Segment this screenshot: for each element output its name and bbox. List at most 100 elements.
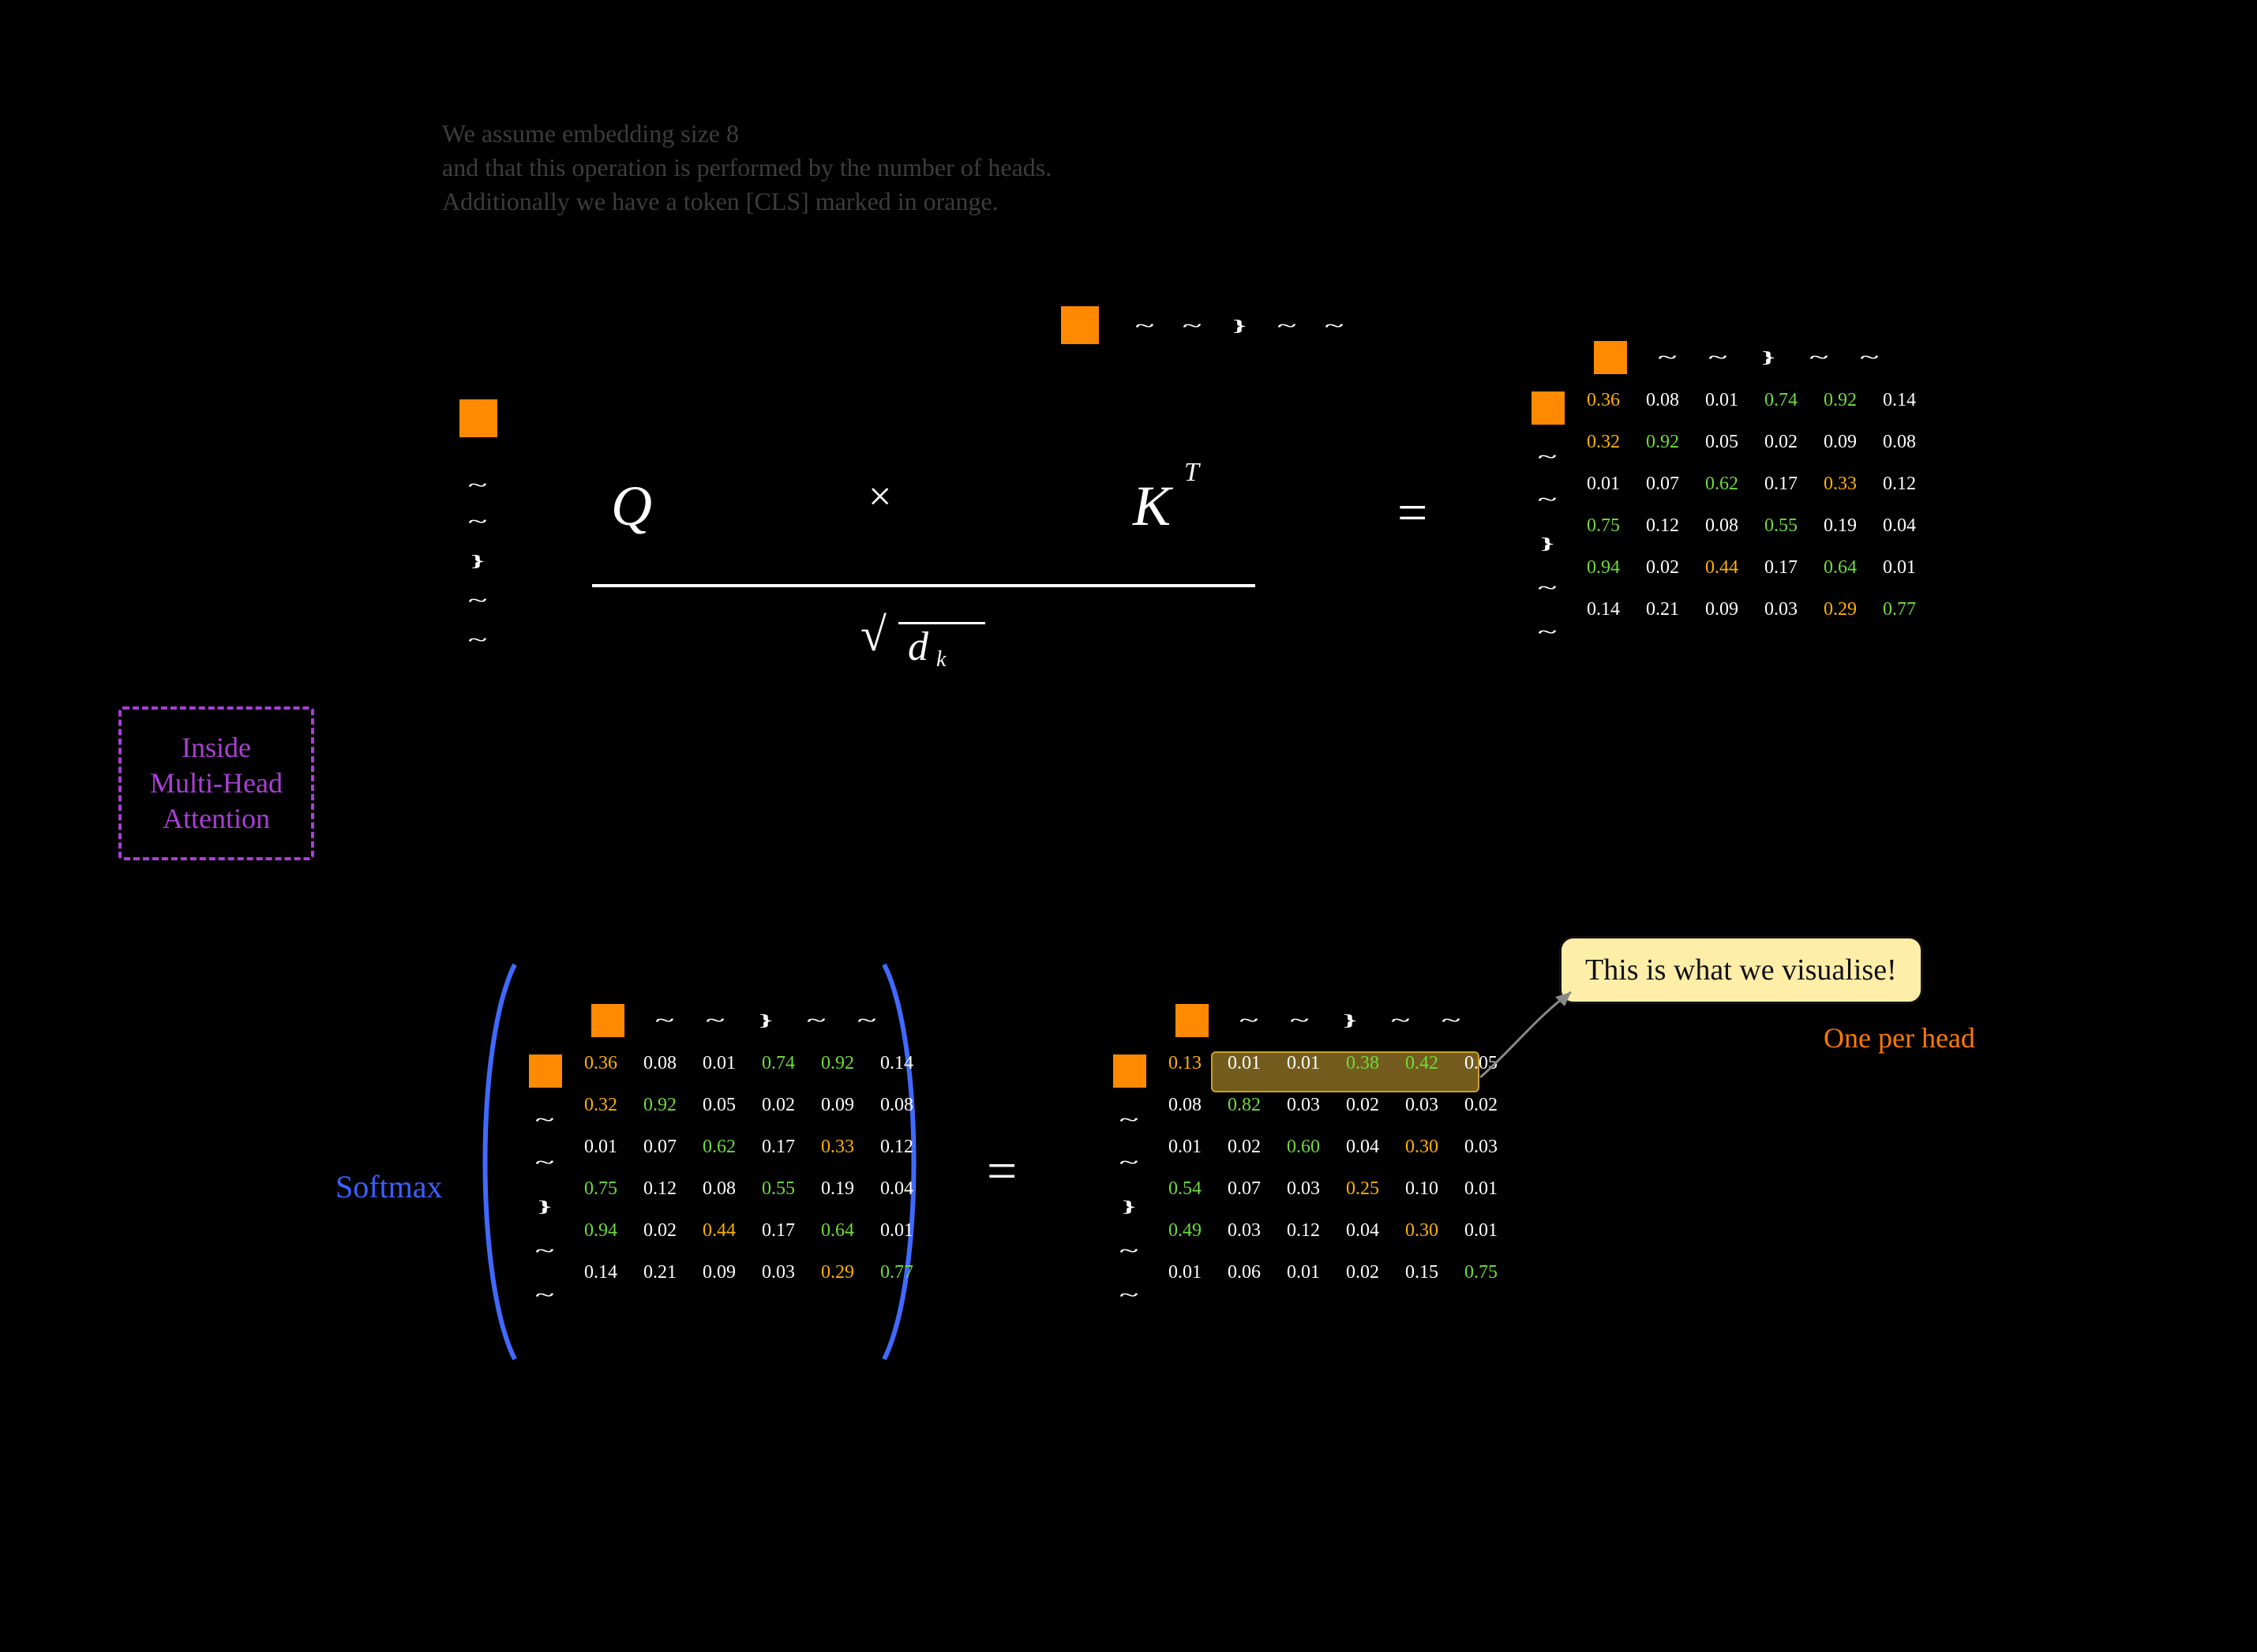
matrix-row: 0.360.080.010.740.920.14 bbox=[1579, 390, 1924, 411]
matrix-cell: 0.02 bbox=[1338, 1095, 1387, 1116]
matrix-cell: 0.02 bbox=[1338, 1262, 1387, 1283]
matrix-cell: 0.07 bbox=[635, 1137, 684, 1158]
matrix-cell: 0.30 bbox=[1397, 1137, 1446, 1158]
matrix-cell: 0.02 bbox=[754, 1095, 803, 1116]
matrix-cell: 0.21 bbox=[1638, 599, 1687, 620]
matrix-row: 0.940.020.440.170.640.01 bbox=[1579, 557, 1924, 579]
matrix-cell: 0.09 bbox=[1816, 432, 1865, 453]
math-Q: Q bbox=[611, 474, 652, 539]
matrix-cell: 0.09 bbox=[695, 1262, 744, 1283]
matrix-cell: 0.77 bbox=[1875, 599, 1924, 620]
matrix-cell: 0.17 bbox=[1756, 474, 1805, 495]
matrix-cell: 0.12 bbox=[635, 1178, 684, 1200]
math-equals-2: = bbox=[987, 1140, 1017, 1202]
callout-text: This is what we visualise! bbox=[1585, 953, 1897, 987]
matrix-cell: 0.01 bbox=[1160, 1262, 1209, 1283]
left-paren-icon bbox=[467, 957, 523, 1367]
matrix-cell: 0.12 bbox=[1875, 474, 1924, 495]
matrix-cell: 0.01 bbox=[1457, 1178, 1505, 1200]
patch-glyph: ~ bbox=[1527, 442, 1568, 470]
patch-glyph: ~ bbox=[1798, 343, 1839, 371]
patch-glyph: ~ bbox=[1121, 309, 1168, 341]
matrix-cell: 0.12 bbox=[1638, 515, 1687, 537]
patch-glyph: ~ bbox=[1168, 309, 1216, 341]
matrix-cell: 0.01 bbox=[695, 1053, 744, 1074]
matrix-row: 0.130.010.010.380.420.05 bbox=[1160, 1053, 1505, 1074]
note-line-2: and that this operation is performed by … bbox=[442, 151, 1052, 185]
matrix-cell: 0.02 bbox=[1220, 1137, 1269, 1158]
note-line-1: We assume embedding size 8 bbox=[442, 117, 1052, 151]
matrix-row: 0.540.070.030.250.100.01 bbox=[1160, 1178, 1505, 1200]
matrix-row: 0.490.030.120.040.300.01 bbox=[1160, 1220, 1505, 1242]
mha-line1: Inside bbox=[150, 730, 283, 766]
matrix-cell: 0.64 bbox=[813, 1220, 862, 1242]
matrix-cell: 0.36 bbox=[576, 1053, 625, 1074]
matrix-cell: 0.08 bbox=[1160, 1095, 1209, 1116]
matrix-cell: 0.13 bbox=[1160, 1053, 1209, 1074]
matrix-cell: 0.09 bbox=[1697, 599, 1746, 620]
note-line-3: Additionally we have a token [CLS] marke… bbox=[442, 185, 1052, 219]
matrix-cell: 0.08 bbox=[872, 1095, 921, 1116]
patch-glyph: ~ bbox=[1108, 1236, 1149, 1264]
matrix-cell: 0.17 bbox=[1756, 557, 1805, 579]
matrix-cell: 0.03 bbox=[1279, 1178, 1328, 1200]
matrix-row: 0.320.920.050.020.090.08 bbox=[1579, 432, 1924, 453]
matrix-cell: 0.03 bbox=[1457, 1137, 1505, 1158]
matrix-cell: 0.04 bbox=[1875, 515, 1924, 537]
matrix-cell: 0.74 bbox=[1756, 390, 1805, 411]
matrix-row: 0.010.020.600.040.300.03 bbox=[1160, 1137, 1505, 1158]
matrix-cell: 0.74 bbox=[754, 1053, 803, 1074]
patch-glyph: ~ bbox=[524, 1280, 565, 1309]
matrix-cell: 0.10 bbox=[1397, 1178, 1446, 1200]
arrow-icon bbox=[1476, 983, 1587, 1085]
patch-glyph: ~ bbox=[695, 1006, 736, 1034]
assumption-note: We assume embedding size 8 and that this… bbox=[442, 117, 1052, 219]
cls-token-square-result-col bbox=[1594, 341, 1627, 374]
patch-glyph: ~ bbox=[796, 1006, 837, 1034]
matrix-row: 0.320.920.050.020.090.08 bbox=[576, 1095, 921, 1116]
patch-glyph: ~ bbox=[1430, 1006, 1472, 1034]
matrix-cell: 0.92 bbox=[813, 1053, 862, 1074]
patch-glyph: ~ bbox=[1108, 1148, 1149, 1176]
mha-line3: Attention bbox=[150, 801, 283, 837]
matrix-cell: 0.03 bbox=[1397, 1095, 1446, 1116]
patch-glyph: ~ bbox=[1263, 309, 1310, 341]
matrix-cell: 0.82 bbox=[1220, 1095, 1269, 1116]
matrix-cell: 0.14 bbox=[872, 1053, 921, 1074]
patch-glyph: } bbox=[1108, 1192, 1149, 1220]
matrix-cell: 0.09 bbox=[813, 1095, 862, 1116]
math-d: d bbox=[908, 624, 928, 670]
matrix-cell: 0.14 bbox=[1579, 599, 1628, 620]
matrix-cell: 0.02 bbox=[635, 1220, 684, 1242]
matrix-cell: 0.01 bbox=[576, 1137, 625, 1158]
matrix-cell: 0.12 bbox=[872, 1137, 921, 1158]
matrix-cell: 0.03 bbox=[754, 1262, 803, 1283]
patch-glyph: } bbox=[1329, 1006, 1370, 1034]
patch-glyph: } bbox=[745, 1006, 786, 1034]
softmax-label: Softmax bbox=[336, 1168, 443, 1205]
matrix-cell: 0.14 bbox=[1875, 390, 1924, 411]
matrix-row: 0.940.020.440.170.640.01 bbox=[576, 1220, 921, 1242]
patch-glyph: ~ bbox=[644, 1006, 685, 1034]
matrix-row: 0.010.070.620.170.330.12 bbox=[576, 1137, 921, 1158]
patch-glyph: ~ bbox=[1527, 573, 1568, 601]
matrix-cell: 0.30 bbox=[1397, 1220, 1446, 1242]
matrix-cell: 0.25 bbox=[1338, 1178, 1387, 1200]
one-per-head-label: One per head bbox=[1824, 1021, 1975, 1055]
matrix-cell: 0.14 bbox=[576, 1262, 625, 1283]
patch-glyph: } bbox=[454, 545, 501, 576]
matrix-cell: 0.62 bbox=[695, 1137, 744, 1158]
matrix-cell: 0.33 bbox=[1816, 474, 1865, 495]
matrix-cell: 0.04 bbox=[1338, 1220, 1387, 1242]
matrix-cell: 0.01 bbox=[1697, 390, 1746, 411]
matrix-cell: 0.44 bbox=[1697, 557, 1746, 579]
matrix-cell: 0.29 bbox=[1816, 599, 1865, 620]
patch-glyph: ~ bbox=[1108, 1105, 1149, 1133]
cls-token-square-softmax-out-row bbox=[1113, 1055, 1146, 1088]
softmax-output-matrix: 0.130.010.010.380.420.05 0.08 0.82 0.03 0.02… bbox=[1160, 1053, 1505, 1304]
matrix-cell: 0.94 bbox=[576, 1220, 625, 1242]
matrix-cell: 0.62 bbox=[1697, 474, 1746, 495]
matrix-cell: 0.01 bbox=[1457, 1220, 1505, 1242]
math-KT: T bbox=[1184, 458, 1199, 488]
matrix-row: 0.010.070.620.170.330.12 bbox=[1579, 474, 1924, 495]
